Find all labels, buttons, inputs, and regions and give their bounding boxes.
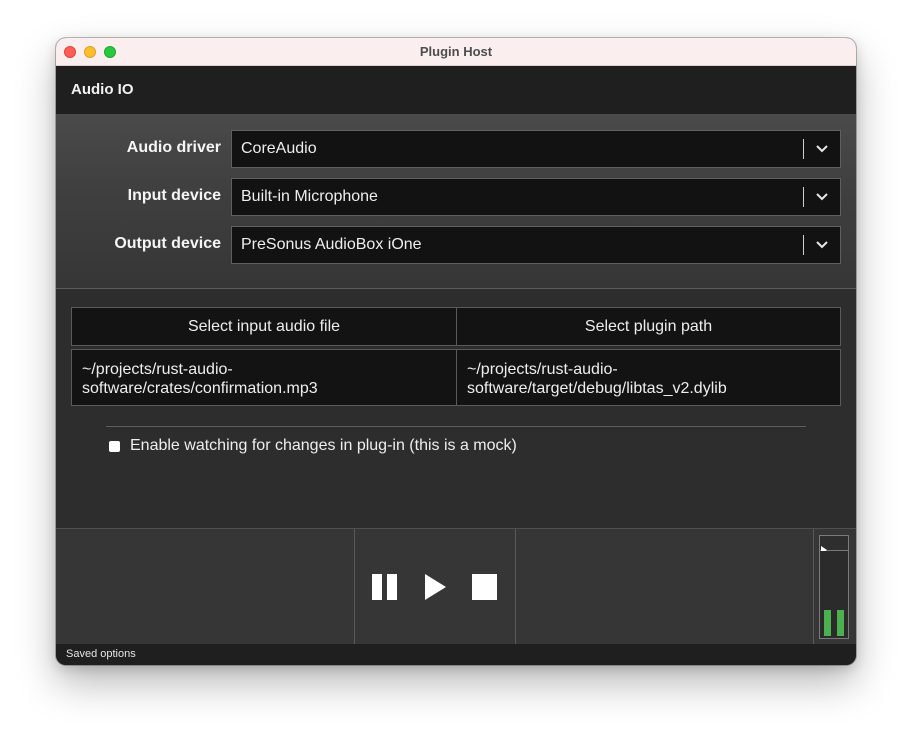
window-title: Plugin Host xyxy=(419,44,493,59)
output-device-select[interactable]: PreSonus AudioBox iOne xyxy=(231,226,841,264)
chevron-down-icon xyxy=(816,193,828,201)
stop-icon[interactable] xyxy=(472,574,497,600)
plugin-path: ~/projects/rust-audio- software/target/d… xyxy=(456,349,841,406)
audio-driver-value: CoreAudio xyxy=(241,140,317,157)
section-title: Audio IO xyxy=(71,81,134,98)
section-header: Audio IO xyxy=(56,66,856,114)
audio-driver-select[interactable]: CoreAudio xyxy=(231,130,841,168)
level-meter xyxy=(819,535,849,639)
transport-bar xyxy=(56,528,856,645)
file-selection-panel: Select input audio file Select plugin pa… xyxy=(56,289,856,528)
play-icon[interactable] xyxy=(423,574,447,600)
meter-bars xyxy=(820,551,848,638)
plugin-host-window: Plugin Host Audio IO Audio driver CoreAu… xyxy=(56,38,856,665)
input-audio-path-line: ~/projects/rust-audio- xyxy=(82,361,233,378)
audio-io-settings: Audio driver CoreAudio Input device Buil… xyxy=(56,114,856,289)
transport-divider xyxy=(354,529,355,645)
audio-driver-label: Audio driver xyxy=(126,139,221,156)
input-audio-path-line: software/crates/confirmation.mp3 xyxy=(82,380,318,397)
input-device-select[interactable]: Built-in Microphone xyxy=(231,178,841,216)
meter-bar-right xyxy=(837,610,844,636)
watch-changes-label[interactable]: Enable watching for changes in plug-in (… xyxy=(130,437,517,455)
select-divider xyxy=(803,235,804,255)
output-device-value: PreSonus AudioBox iOne xyxy=(241,236,422,253)
section-divider xyxy=(106,426,806,427)
status-text: Saved options xyxy=(66,648,136,660)
meter-bar-left xyxy=(824,610,831,636)
select-input-audio-file-button[interactable]: Select input audio file xyxy=(71,307,457,346)
pause-icon[interactable] xyxy=(372,574,398,600)
select-plugin-path-button[interactable]: Select plugin path xyxy=(456,307,841,346)
watch-changes-checkbox[interactable] xyxy=(109,441,120,452)
input-device-label: Input device xyxy=(127,187,221,204)
title-bar: Plugin Host xyxy=(56,38,856,66)
transport-divider xyxy=(813,529,814,645)
transport-divider xyxy=(515,529,516,645)
input-device-value: Built-in Microphone xyxy=(241,188,378,205)
input-audio-path: ~/projects/rust-audio- software/crates/c… xyxy=(71,349,457,406)
chevron-down-icon xyxy=(816,145,828,153)
plugin-path-line: software/target/debug/libtas_v2.dylib xyxy=(467,380,727,397)
select-divider xyxy=(803,187,804,207)
chevron-down-icon xyxy=(816,241,828,249)
plugin-path-line: ~/projects/rust-audio- xyxy=(467,361,618,378)
select-divider xyxy=(803,139,804,159)
output-device-label: Output device xyxy=(114,235,221,252)
status-bar: Saved options xyxy=(56,644,856,665)
